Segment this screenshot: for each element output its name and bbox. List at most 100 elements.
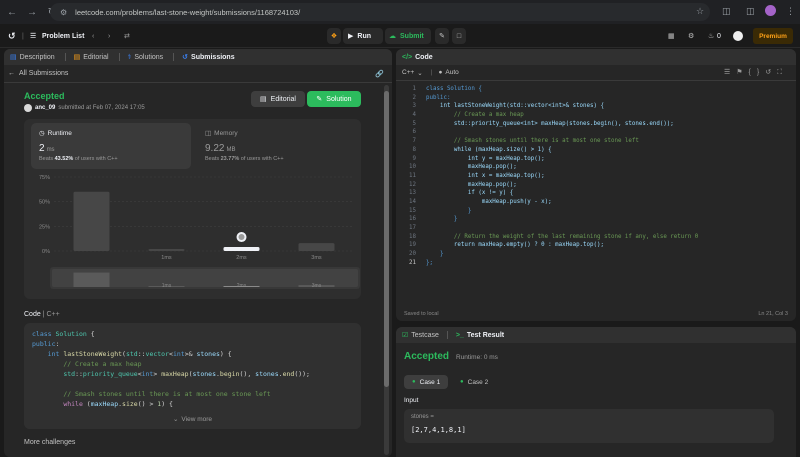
submission-author: anc_09 submitted at Feb 07, 2024 17:05 <box>24 104 145 112</box>
memory-card[interactable]: ◫ Memory 9.22 MB Beats 23.77% of users wit… <box>197 123 357 169</box>
runtime-value: 2 <box>39 143 45 154</box>
memory-beats-prefix: Beats <box>205 156 220 162</box>
fullscreen-icon[interactable]: ⛶ <box>777 69 788 76</box>
runtime-card[interactable]: ◷ Runtime 2 ms Beats 43.52% of users with … <box>31 123 191 169</box>
chart-bar <box>223 247 260 251</box>
terminal-icon: >_ <box>455 331 464 339</box>
tab-solutions[interactable]: ⚕ Solutions <box>128 53 164 62</box>
next-problem-icon[interactable]: › <box>108 24 110 48</box>
submit-button[interactable]: ☁ Submit <box>385 28 431 44</box>
divider: | <box>430 69 433 76</box>
editor-line-text: maxHeap.pop(); <box>426 164 517 171</box>
chevron-down-icon: ⌄ <box>417 69 423 77</box>
extensions-icon[interactable]: ◫ <box>722 6 731 17</box>
format-icon[interactable]: ☰ <box>724 69 736 76</box>
memory-title: Memory <box>214 129 238 137</box>
profile-avatar[interactable] <box>765 5 776 16</box>
user-avatar[interactable] <box>733 24 743 48</box>
editor-line-text: // Smash stones until there is at most o… <box>426 138 639 145</box>
sidepanel-icon[interactable]: ◫ <box>746 6 755 17</box>
menu-dots-icon[interactable]: ⋮ <box>786 6 795 17</box>
app-header: ↺ | ☰ Problem List ‹ › ⇄ ❖ ▶ Run ☁ Submi… <box>0 24 800 48</box>
back-arrow-icon[interactable]: ← <box>8 70 15 77</box>
play-icon: ▶ <box>348 33 354 40</box>
test-status: Accepted <box>404 351 450 362</box>
editor-line-text: return maxHeap.empty() ? 0 : maxHeap.top… <box>426 242 604 249</box>
leetcode-logo-icon[interactable]: ↺ <box>8 24 16 48</box>
tab-test-result[interactable]: >_ Test Result <box>456 332 504 339</box>
view-more-button[interactable]: ⌄ View more <box>24 409 361 429</box>
premium-button[interactable]: Premium <box>753 28 793 44</box>
layout-icon[interactable]: ▦ <box>668 24 675 48</box>
editor-line-text: int lastStoneWeight(std::vector<int>& st… <box>426 103 604 110</box>
site-info-icon[interactable]: ⚙ <box>60 8 67 17</box>
reset-icon[interactable]: ↺ <box>765 69 777 76</box>
bookmark-star-icon[interactable]: ☆ <box>696 6 704 17</box>
editorial-icon: ▤ <box>73 54 81 61</box>
share-link-icon[interactable]: 🔗 <box>375 70 384 78</box>
notes-icon[interactable]: ✎ <box>435 28 449 44</box>
prev-problem-icon[interactable]: ‹ <box>92 24 94 48</box>
left-scrollbar[interactable] <box>384 85 389 455</box>
divider: | <box>22 32 24 40</box>
bookmark-icon[interactable]: ⚑ <box>736 69 748 76</box>
tab-submissions[interactable]: ↺ Submissions <box>182 53 234 62</box>
line-number: 20 <box>409 251 416 258</box>
address-bar[interactable]: ⚙ leetcode.com/problems/last-stone-weigh… <box>50 3 710 21</box>
y-tick-label: 50% <box>39 200 50 206</box>
forward-icon[interactable]: → <box>24 4 40 20</box>
tab-testcase[interactable]: ☑ Testcase <box>402 331 439 340</box>
editor-line-text: // Create a max heap <box>426 112 524 119</box>
line-number: 3 <box>412 103 417 110</box>
x-tick-label: 3ms <box>311 255 322 261</box>
language-select[interactable]: C++ <box>402 69 414 76</box>
tab-description[interactable]: ▤ Description <box>10 53 55 62</box>
more-challenges-heading: More challenges <box>24 439 76 446</box>
case-1-tab[interactable]: ● Case 1 <box>404 375 449 389</box>
case-2-tab[interactable]: ● Case 2 <box>452 375 496 389</box>
streak-icon[interactable]: ♨ <box>708 24 714 48</box>
line-number: 5 <box>412 120 417 127</box>
solution-button[interactable]: ✎ Solution <box>307 91 361 107</box>
editor-line: 12 maxHeap.pop(); <box>396 181 796 190</box>
back-icon[interactable]: ← <box>4 4 20 20</box>
editor-line: 3 int lastStoneWeight(std::vector<int>& … <box>396 102 796 111</box>
all-submissions-link[interactable]: All Submissions <box>19 70 68 77</box>
scrollbar-thumb[interactable] <box>384 91 389 387</box>
settings-icon[interactable]: ⚙ <box>688 24 694 48</box>
editor-code[interactable]: 1 class Solution {2 public: 3 int lastStone… <box>396 85 796 267</box>
line-number: 6 <box>412 129 417 136</box>
problem-list-link[interactable]: Problem List <box>42 24 84 48</box>
username[interactable]: anc_09 <box>35 105 55 111</box>
divider <box>446 331 448 339</box>
y-tick-label: 0% <box>42 249 50 255</box>
shuffle-icon[interactable]: ⇄ <box>124 24 130 48</box>
editor-line: 11 int x = maxHeap.top(); <box>396 172 796 181</box>
overview-x-label: 2ms <box>237 283 247 289</box>
book-icon: ▤ <box>260 96 267 103</box>
line-number: 19 <box>409 242 416 249</box>
mode-label[interactable]: Auto <box>445 69 458 76</box>
line-number: 18 <box>409 233 416 240</box>
memory-value: 9.22 <box>205 143 225 154</box>
braces-icon[interactable]: {} <box>749 69 766 76</box>
code-label: Code <box>24 311 41 318</box>
editor-line: 16 } <box>396 215 796 224</box>
line-number: 14 <box>409 198 416 205</box>
problem-list-icon[interactable]: ☰ <box>30 24 36 48</box>
run-button[interactable]: ▶ Run <box>343 28 383 44</box>
history-icon: ↺ <box>182 54 189 61</box>
debug-icon[interactable]: ❖ <box>327 28 341 44</box>
tab-editorial[interactable]: ▤ Editorial <box>73 53 109 62</box>
whiteboard-icon[interactable]: □ <box>452 28 466 44</box>
line-number: 2 <box>412 94 417 101</box>
submission-detail: Accepted anc_09 submitted at Feb 07, 202… <box>4 83 383 457</box>
code-line: while (maxHeap.size() > 1) { <box>63 400 173 408</box>
editor-line: 19 return maxHeap.empty() ? 0 : maxHeap.… <box>396 241 796 250</box>
editor-line-text: maxHeap.pop(); <box>426 181 517 188</box>
editorial-button[interactable]: ▤ Editorial <box>251 91 305 107</box>
saved-status: Saved to local <box>404 311 439 317</box>
editor-line: 15 } <box>396 207 796 216</box>
submission-status: Accepted <box>24 91 65 101</box>
tab-testcase-label: Testcase <box>411 331 439 339</box>
